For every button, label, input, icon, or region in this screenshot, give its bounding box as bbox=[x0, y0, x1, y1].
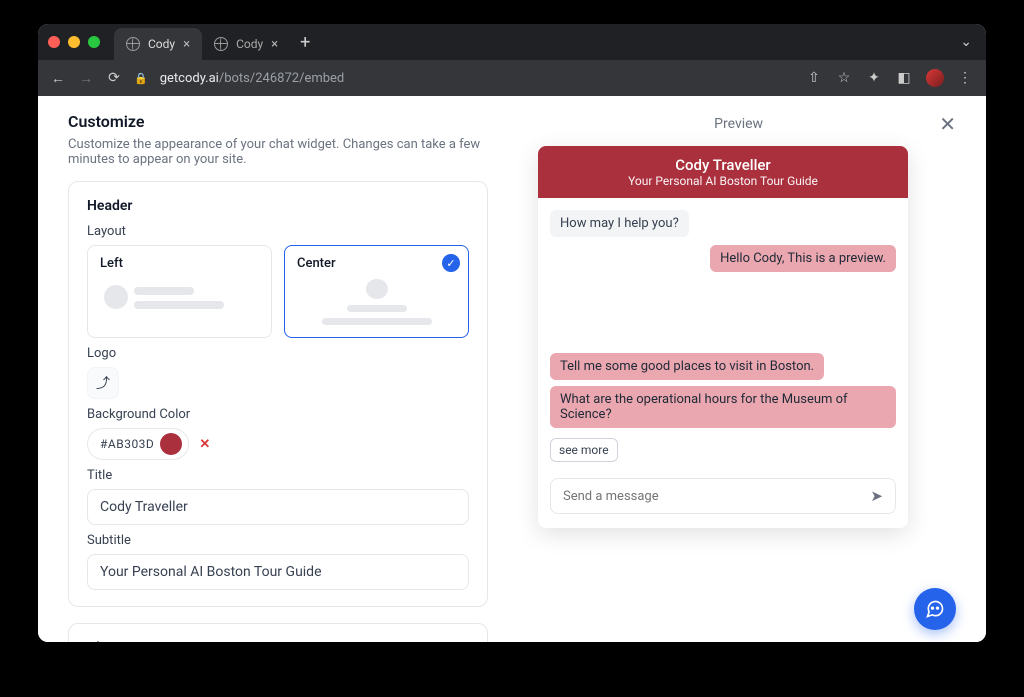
layout-center-preview bbox=[297, 279, 456, 325]
upload-icon: ⤴ bbox=[96, 373, 110, 393]
header-panel: Header Layout Left ✓ Center bbox=[68, 181, 488, 607]
maximize-window-button[interactable] bbox=[88, 36, 100, 48]
remove-color-button[interactable]: ✕ bbox=[199, 437, 210, 452]
page-content: Customize Customize the appearance of yo… bbox=[38, 96, 986, 642]
tab-title: Cody bbox=[148, 37, 175, 51]
close-preview-button[interactable]: ✕ bbox=[939, 112, 956, 136]
layout-option-left[interactable]: Left bbox=[87, 245, 272, 338]
title-input[interactable] bbox=[87, 489, 469, 525]
forward-button[interactable]: → bbox=[78, 70, 94, 87]
suggestion-chip[interactable]: What are the operational hours for the M… bbox=[550, 386, 896, 428]
widget-input-row: ➤ bbox=[550, 478, 896, 514]
chat-bubble-icon bbox=[925, 599, 945, 619]
color-value: #AB303D bbox=[100, 437, 154, 451]
color-picker[interactable]: #AB303D bbox=[87, 428, 189, 460]
extensions-icon[interactable]: ✦ bbox=[866, 70, 882, 86]
back-button[interactable]: ← bbox=[50, 70, 66, 87]
layout-label: Layout bbox=[87, 224, 469, 239]
sidepanel-icon[interactable]: ◧ bbox=[896, 70, 912, 86]
new-tab-button[interactable]: + bbox=[300, 32, 310, 53]
browser-tab-inactive[interactable]: Cody × bbox=[202, 28, 290, 60]
layout-option-center[interactable]: ✓ Center bbox=[284, 245, 469, 338]
menu-icon[interactable]: ⋮ bbox=[958, 70, 974, 86]
globe-icon bbox=[214, 37, 228, 51]
suggestion-chip[interactable]: Tell me some good places to visit in Bos… bbox=[550, 353, 824, 380]
browser-window: Cody × Cody × + ⌄ ← → ⟳ 🔒 getcody.ai/bot… bbox=[38, 24, 986, 642]
url-display[interactable]: getcody.ai/bots/246872/embed bbox=[160, 71, 345, 86]
title-label: Title bbox=[87, 468, 469, 483]
share-icon[interactable]: ⇧ bbox=[806, 70, 822, 86]
browser-tab-active[interactable]: Cody × bbox=[114, 28, 202, 60]
tab-bar: Cody × Cody × + ⌄ bbox=[38, 24, 986, 60]
widget-header: Cody Traveller Your Personal AI Boston T… bbox=[538, 146, 908, 198]
address-bar: ← → ⟳ 🔒 getcody.ai/bots/246872/embed ⇧ ☆… bbox=[38, 60, 986, 96]
preview-label: Preview bbox=[538, 116, 939, 132]
color-swatch bbox=[160, 433, 182, 455]
upload-logo-button[interactable]: ⤴ bbox=[87, 367, 119, 399]
close-window-button[interactable] bbox=[48, 36, 60, 48]
send-icon[interactable]: ➤ bbox=[870, 487, 883, 505]
check-icon: ✓ bbox=[442, 254, 460, 272]
widget-title: Cody Traveller bbox=[546, 156, 900, 174]
layout-left-preview bbox=[100, 279, 259, 317]
chat-widget-preview: Cody Traveller Your Personal AI Boston T… bbox=[538, 146, 908, 528]
logo-label: Logo bbox=[87, 346, 469, 361]
bot-message: How may I help you? bbox=[550, 210, 689, 237]
widget-subtitle: Your Personal AI Boston Tour Guide bbox=[546, 174, 900, 188]
widget-message-input[interactable] bbox=[563, 489, 870, 504]
window-controls bbox=[48, 36, 100, 48]
reload-button[interactable]: ⟳ bbox=[106, 70, 122, 86]
page-title: Customize bbox=[68, 112, 508, 131]
tab-title: Cody bbox=[236, 37, 263, 51]
profile-avatar[interactable] bbox=[926, 69, 944, 87]
subtitle-input[interactable] bbox=[87, 554, 469, 590]
tabs-dropdown-icon[interactable]: ⌄ bbox=[960, 34, 972, 50]
page-subtitle: Customize the appearance of your chat wi… bbox=[68, 137, 508, 167]
chat-launcher-button[interactable] bbox=[914, 588, 956, 630]
bookmark-icon[interactable]: ☆ bbox=[836, 70, 852, 86]
close-tab-icon[interactable]: × bbox=[183, 37, 190, 52]
subtitle-label: Subtitle bbox=[87, 533, 469, 548]
panel-heading: Chat bbox=[87, 640, 469, 642]
see-more-button[interactable]: see more bbox=[550, 438, 618, 462]
chat-panel: Chat Message Size bbox=[68, 623, 488, 642]
lock-icon: 🔒 bbox=[134, 72, 148, 85]
minimize-window-button[interactable] bbox=[68, 36, 80, 48]
panel-heading: Header bbox=[87, 198, 469, 214]
bg-color-label: Background Color bbox=[87, 407, 469, 422]
globe-icon bbox=[126, 37, 140, 51]
close-tab-icon[interactable]: × bbox=[271, 37, 278, 52]
user-message: Hello Cody, This is a preview. bbox=[710, 245, 896, 272]
